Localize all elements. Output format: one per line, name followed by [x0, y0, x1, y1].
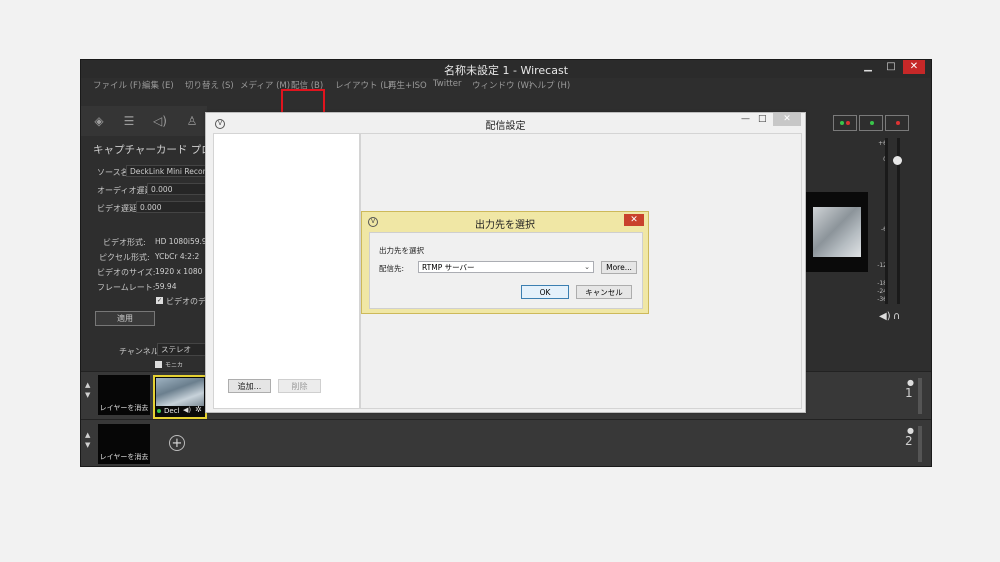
- source-label: ソース名: [97, 168, 129, 177]
- destination-value: RTMP サーバー: [422, 263, 475, 272]
- select-output-dialog: V 出力先を選択 ✕ 出力先を選択 配信先: RTMP サーバー ⌄ More.…: [361, 211, 649, 314]
- led-red: [896, 121, 900, 125]
- headphones-icon[interactable]: ∩: [893, 311, 900, 322]
- menu-help[interactable]: ヘルプ (H): [529, 79, 570, 91]
- led-green: [870, 121, 874, 125]
- maximize-button[interactable]: □: [758, 114, 767, 124]
- live-preview: [803, 192, 868, 272]
- volume-slider-handle[interactable]: [893, 156, 902, 165]
- shot-label: Decl: [164, 407, 180, 415]
- scrollbar[interactable]: [918, 426, 922, 462]
- ok-button[interactable]: OK: [521, 285, 569, 299]
- led-red: [846, 121, 850, 125]
- menu-edit[interactable]: 編集 (E): [142, 79, 174, 91]
- audio-monitor-box-1[interactable]: [833, 115, 857, 131]
- dialog-title: 出力先を選択: [475, 220, 535, 231]
- layer-arrows[interactable]: ▲ ▼: [85, 430, 95, 450]
- close-button[interactable]: ✕: [624, 214, 644, 226]
- level-meter-left: [885, 138, 888, 304]
- destination-select[interactable]: RTMP サーバー ⌄: [418, 261, 594, 273]
- scrollbar[interactable]: [918, 378, 922, 414]
- pixel-format-label: ピクセル形式:: [99, 253, 150, 262]
- video-delay-field[interactable]: 0.000: [136, 201, 208, 213]
- delete-button[interactable]: 削除: [278, 379, 321, 393]
- clear-layer-label: レイヤーを消去: [99, 404, 149, 412]
- dialog-title: 配信設定: [485, 121, 526, 132]
- layer-row-2: ▲ ▼ レイヤーを消去 + ● 2: [81, 419, 931, 466]
- more-button[interactable]: More...: [601, 261, 637, 274]
- close-button[interactable]: ✕: [773, 113, 801, 126]
- menu-bar: ファイル (F) 編集 (E) 切り替え (S) メディア (M) 配信 (B)…: [81, 79, 931, 117]
- cancel-button[interactable]: キャンセル: [576, 285, 632, 299]
- close-button[interactable]: ✕: [903, 60, 925, 74]
- led-green: [840, 121, 844, 125]
- audio-monitor-box-2[interactable]: [859, 115, 883, 131]
- layer-number: 1: [905, 386, 913, 400]
- deinterlace-checkbox[interactable]: ✓: [156, 297, 163, 304]
- video-format-label: ビデオ形式:: [103, 238, 146, 247]
- layer-number: 2: [905, 434, 913, 448]
- audio-delay-field[interactable]: 0.000: [147, 183, 208, 195]
- properties-toolbar: ◈ ☰ ◁) ♙: [81, 106, 207, 136]
- minimize-button[interactable]: ▁: [857, 60, 879, 74]
- source-field[interactable]: DeckLink Mini Recorder_2: [126, 165, 208, 177]
- mic-label: モニカ: [165, 362, 184, 369]
- camera-shot[interactable]: Decl ◀) ✲: [153, 375, 207, 419]
- frame-rate-value: 59.94: [155, 282, 177, 291]
- channel-select[interactable]: ステレオ: [157, 343, 209, 356]
- add-button[interactable]: 追加...: [228, 379, 271, 393]
- clear-layer-label: レイヤーを消去: [99, 453, 149, 461]
- add-shot-button[interactable]: +: [169, 435, 185, 451]
- maximize-button[interactable]: □: [880, 60, 902, 74]
- live-dot-icon: [157, 409, 161, 413]
- clear-layer-thumb[interactable]: レイヤーを消去: [98, 375, 150, 415]
- menu-layout[interactable]: レイアウト (L): [335, 79, 392, 91]
- chevron-down-icon: ⌄: [584, 263, 590, 271]
- video-format-value: HD 1080i59.94: [155, 237, 212, 246]
- gear-icon[interactable]: ✲: [195, 405, 202, 414]
- menu-file[interactable]: ファイル (F): [93, 79, 141, 91]
- video-size-label: ビデオのサイズ:: [97, 268, 156, 277]
- menu-playback-iso[interactable]: 再生+ISO: [388, 79, 427, 91]
- minimize-button[interactable]: —: [741, 114, 750, 124]
- layers-icon[interactable]: ◈: [91, 114, 107, 128]
- clear-layer-thumb[interactable]: レイヤーを消去: [98, 424, 150, 464]
- menu-twitter[interactable]: Twitter: [433, 79, 462, 89]
- apply-button[interactable]: 適用: [95, 311, 155, 326]
- video-size-value: 1920 x 1080: [155, 267, 203, 276]
- audio-monitor-box-3[interactable]: [885, 115, 909, 131]
- user-icon[interactable]: ♙: [184, 114, 200, 128]
- mic-checkbox[interactable]: [155, 361, 162, 368]
- dialog-body: 出力先を選択 配信先: RTMP サーバー ⌄ More... OK キャンセル: [369, 232, 643, 309]
- preview-image: [813, 207, 861, 257]
- video-delay-label: ビデオ遅延:: [97, 204, 140, 213]
- shot-thumbnail: [156, 378, 204, 406]
- section-label: 出力先を選択: [379, 246, 424, 255]
- channel-label: チャンネル:: [119, 347, 162, 356]
- destination-label: 配信先:: [379, 264, 405, 273]
- menu-window[interactable]: ウィンドウ (W): [472, 79, 532, 91]
- layer-arrows[interactable]: ▲ ▼: [85, 380, 95, 400]
- window-title: 名称未設定 1 - Wirecast: [443, 64, 569, 77]
- title-bar: 名称未設定 1 - Wirecast ▁ □ ✕: [81, 60, 931, 78]
- menu-switch[interactable]: 切り替え (S): [185, 79, 234, 91]
- frame-rate-label: フレームレート:: [97, 283, 156, 292]
- speaker-icon[interactable]: ◁): [152, 114, 168, 128]
- shot-audio-icon[interactable]: ◀): [183, 406, 191, 414]
- speaker-icon[interactable]: ◀): [879, 311, 891, 322]
- destination-list[interactable]: [213, 133, 360, 409]
- sliders-icon[interactable]: ☰: [121, 114, 137, 128]
- pixel-format-value: YCbCr 4:2:2: [155, 252, 200, 261]
